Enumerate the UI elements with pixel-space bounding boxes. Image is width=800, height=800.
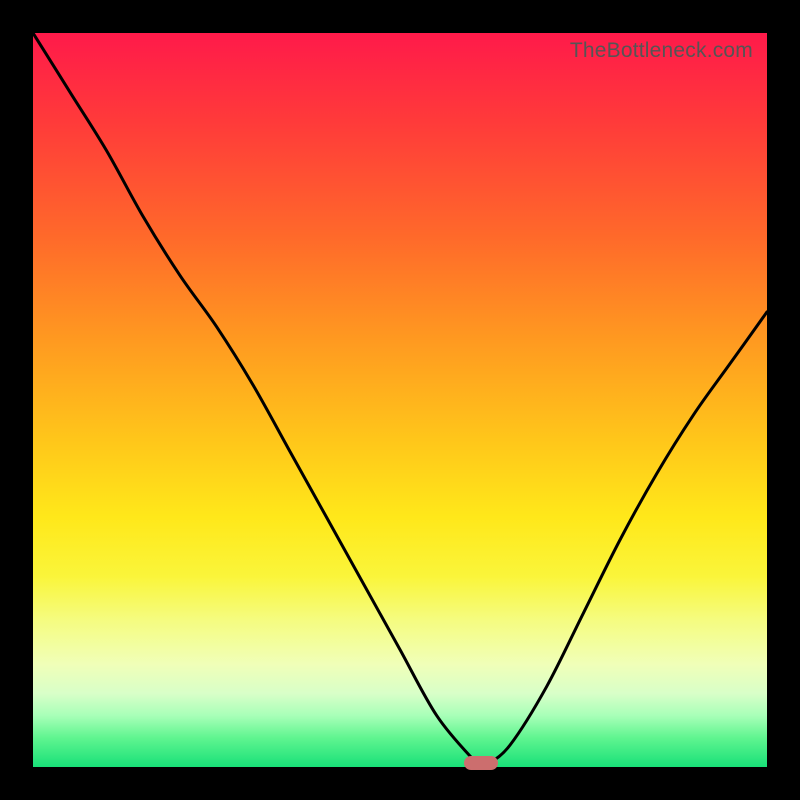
watermark-text: TheBottleneck.com	[570, 39, 753, 63]
plot-area: TheBottleneck.com	[33, 33, 767, 767]
bottleneck-curve	[33, 33, 767, 767]
chart-frame: TheBottleneck.com	[0, 0, 800, 800]
optimum-marker	[464, 756, 498, 770]
